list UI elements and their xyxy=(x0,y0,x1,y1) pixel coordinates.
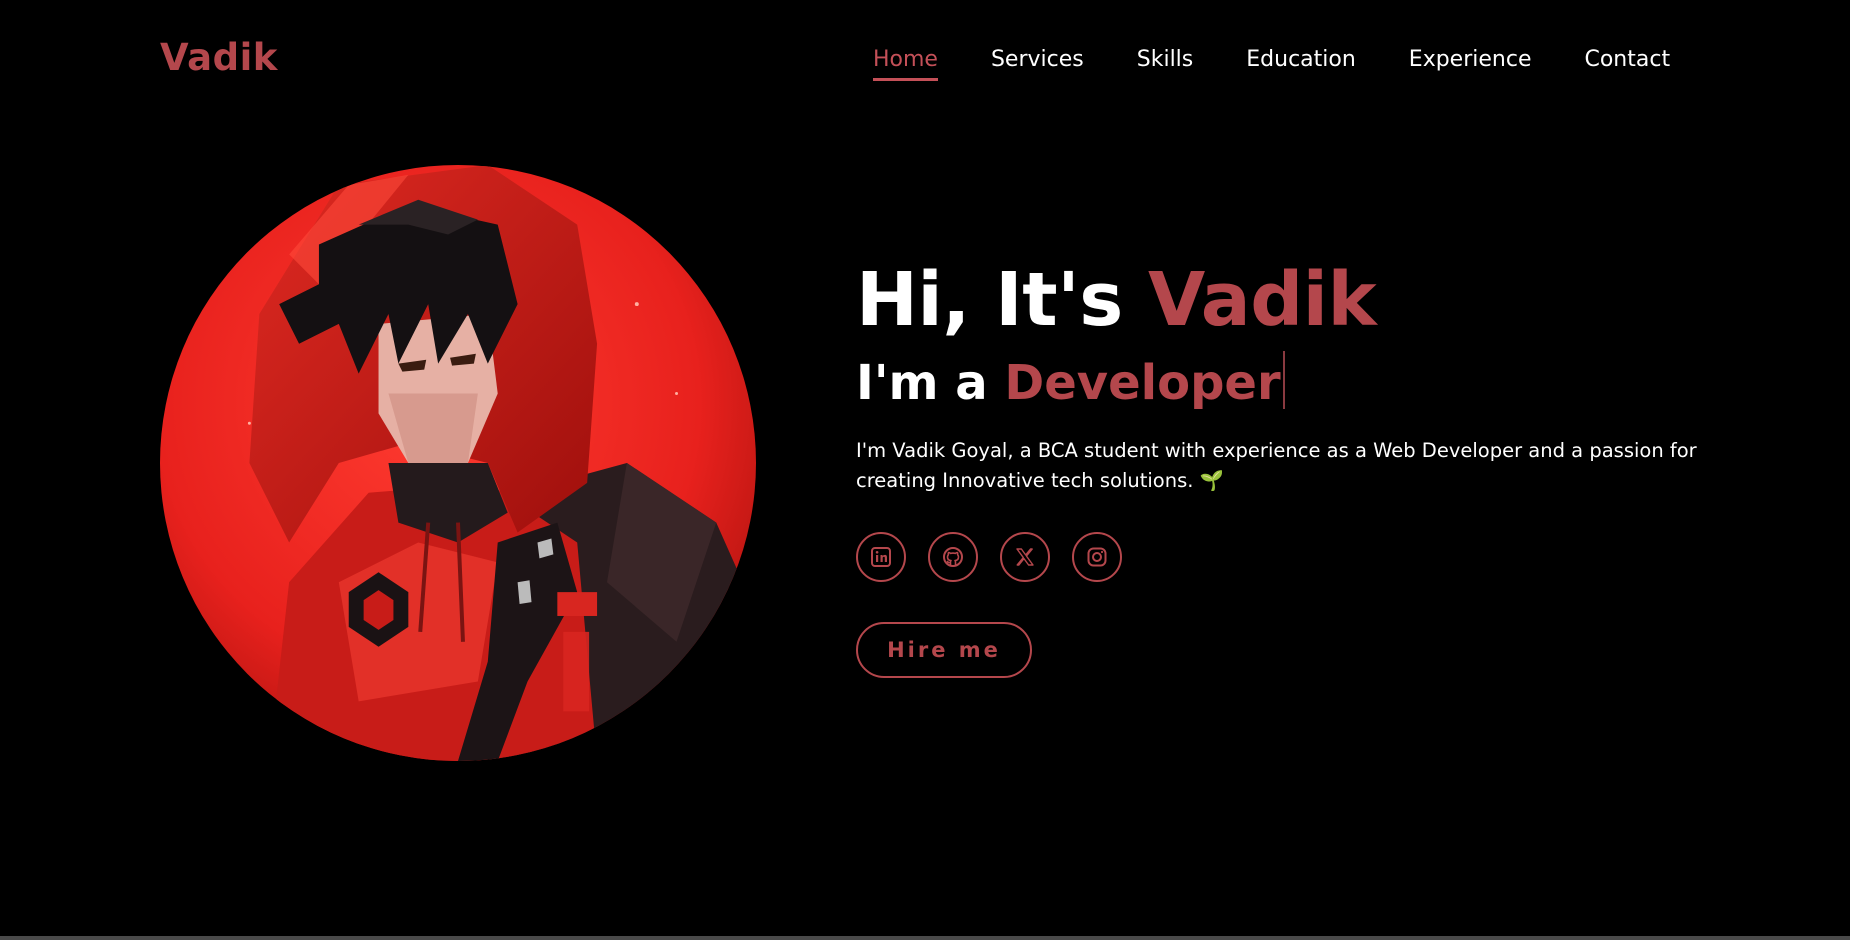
social-links xyxy=(856,532,1716,582)
hero-section: Hi, It's Vadik I'm a Developer I'm Vadik… xyxy=(856,255,1716,678)
greeting-prefix: Hi, It's xyxy=(856,257,1149,343)
linkedin-icon xyxy=(871,547,891,567)
profile-avatar xyxy=(160,165,756,761)
avatar-illustration xyxy=(160,165,756,761)
nav-home-link[interactable]: Home xyxy=(873,46,938,81)
hero-role: I'm a Developer xyxy=(856,351,1716,414)
instagram-icon xyxy=(1087,547,1107,567)
x-link[interactable] xyxy=(1000,532,1050,582)
instagram-link[interactable] xyxy=(1072,532,1122,582)
role-word: Developer xyxy=(1004,355,1281,411)
portfolio-page: Vadik Home Services Skills Education Exp… xyxy=(0,0,1850,940)
nav-contact-link[interactable]: Contact xyxy=(1584,46,1670,78)
nav-education-link[interactable]: Education xyxy=(1246,46,1356,78)
linkedin-link[interactable] xyxy=(856,532,906,582)
github-link[interactable] xyxy=(928,532,978,582)
github-icon xyxy=(943,547,963,567)
hero-bio: I'm Vadik Goyal, a BCA student with expe… xyxy=(856,439,1697,492)
nav-experience-link[interactable]: Experience xyxy=(1409,46,1532,78)
hire-me-button[interactable]: Hire me xyxy=(856,622,1032,678)
greeting-name: Vadik xyxy=(1148,257,1377,343)
typing-caret xyxy=(1282,351,1285,409)
nav-services-link[interactable]: Services xyxy=(991,46,1084,78)
hero-greeting: Hi, It's Vadik xyxy=(856,255,1716,345)
nav-skills-link[interactable]: Skills xyxy=(1137,46,1194,78)
bottom-scrollbar-edge xyxy=(0,936,1850,940)
role-prefix: I'm a xyxy=(856,355,1005,411)
site-logo[interactable]: Vadik xyxy=(160,36,278,79)
main-nav: Home Services Skills Education Experienc… xyxy=(873,46,1670,81)
x-icon xyxy=(1016,548,1034,566)
